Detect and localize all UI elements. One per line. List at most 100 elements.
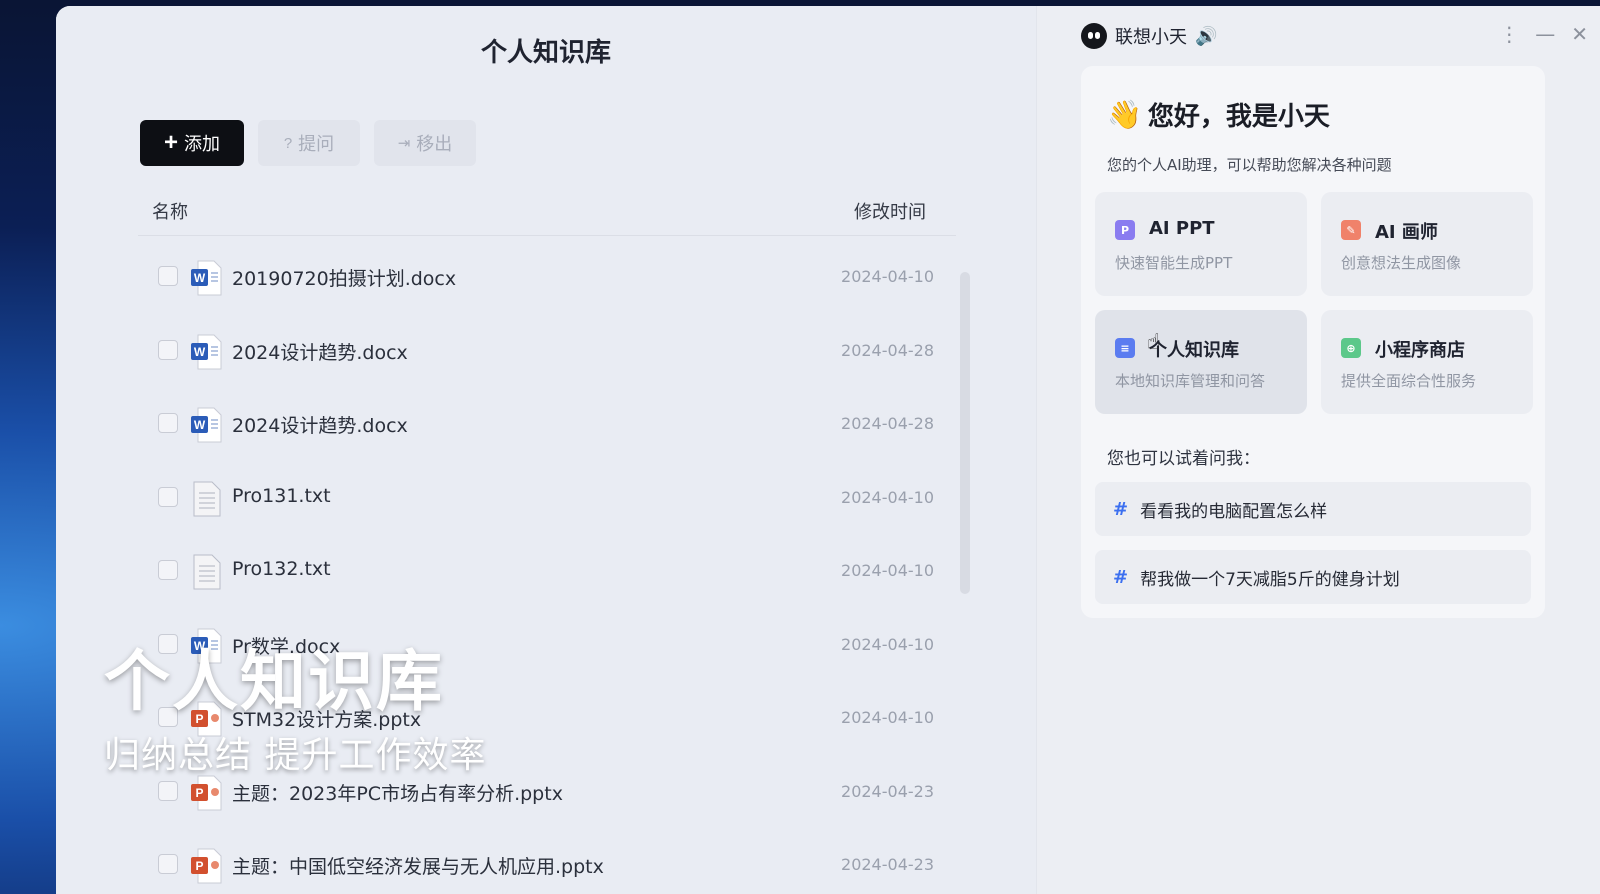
file-date: 2024-04-23 (841, 855, 934, 874)
feature-title: 个人知识库 (1149, 340, 1239, 361)
prompt-text: 帮我做一个7天减脂5斤的健身计划 (1140, 569, 1400, 590)
feature-tile[interactable]: ≡ 个人知识库本地知识库管理和问答 ☝ (1095, 310, 1307, 414)
remove-button[interactable]: ⇥ 移出 (374, 120, 476, 166)
scrollbar[interactable] (960, 272, 970, 594)
feature-title: AI 画师 (1375, 222, 1438, 243)
file-date: 2024-04-10 (841, 267, 934, 286)
table-row[interactable]: W 20190720拍摄计划.docx 2024-04-10 (138, 240, 958, 314)
hash-icon: # (1113, 566, 1129, 588)
speaker-icon[interactable]: 🔊 (1195, 26, 1217, 47)
svg-text:W: W (194, 271, 206, 285)
hash-icon: # (1113, 498, 1129, 520)
svg-text:P: P (195, 859, 203, 873)
file-date: 2024-04-28 (841, 414, 934, 433)
row-checkbox[interactable] (158, 266, 178, 286)
feature-desc: 本地知识库管理和问答 (1115, 372, 1266, 390)
row-checkbox[interactable] (158, 780, 178, 801)
file-name: 主题：2023年PC市场占有率分析.pptx (232, 782, 563, 805)
caption-title: 个人知识库 (104, 643, 444, 720)
feature-tile[interactable]: ✎ AI 画师创意想法生成图像 (1321, 192, 1533, 296)
add-button[interactable]: + 添加 (140, 120, 244, 166)
greeting: 👋 您好，我是小天 (1107, 96, 1330, 133)
table-row[interactable]: W 2024设计趋势.docx 2024-04-28 (138, 387, 958, 461)
wave-icon: 👋 (1107, 98, 1142, 131)
assistant-intro: 您的个人AI助理，可以帮助您解决各种问题 (1107, 156, 1392, 174)
row-checkbox[interactable] (158, 560, 178, 580)
table-row[interactable]: W 2024设计趋势.docx 2024-04-28 (138, 314, 958, 388)
knowledge-icon: ≡ (1115, 338, 1135, 358)
table-row[interactable]: P 主题：中国低空经济发展与无人机应用.pptx 2024-04-23 (138, 828, 958, 894)
row-checkbox[interactable] (158, 339, 178, 360)
file-date: 2024-04-10 (841, 561, 934, 580)
file-name: 2024设计趋势.docx (232, 415, 408, 437)
window-controls: ⋮ — ✕ (1499, 22, 1588, 46)
export-icon: ⇥ (397, 135, 411, 152)
question-icon: ? (283, 134, 293, 152)
word-icon: W (190, 407, 222, 443)
assistant-card: 👋 您好，我是小天 您的个人AI助理，可以帮助您解决各种问题 P AI PPT 快速… (1081, 66, 1545, 618)
text-file-icon (190, 554, 222, 590)
ask-button[interactable]: ? 提问 (258, 120, 360, 166)
file-name: 主题：中国低空经济发展与无人机应用.pptx (232, 856, 604, 878)
table-row[interactable]: Pro131.txt 2024-04-10 (138, 461, 958, 535)
powerpoint-icon: P (190, 848, 222, 884)
greeting-text: 您好，我是小天 (1147, 102, 1330, 132)
store-icon: ⊕ (1341, 338, 1361, 358)
try-label: 您也可以试着问我： (1107, 449, 1260, 469)
painter-icon: ✎ (1341, 220, 1361, 240)
caption-subtitle: 归纳总结 提升工作效率 (104, 735, 487, 776)
powerpoint-icon: P (190, 775, 222, 811)
file-date: 2024-04-23 (841, 781, 934, 801)
file-date: 2024-04-10 (841, 634, 934, 654)
knowledge-base-panel: 个人知识库 + 添加 ? 提问 ⇥ 移出 名称 修改时间 W 20190720拍摄… (56, 6, 1036, 894)
word-icon: W (190, 334, 222, 370)
hand-cursor-icon: ☝ (1147, 330, 1161, 355)
file-name: Pro132.txt (232, 558, 331, 580)
text-file-icon (190, 481, 222, 517)
file-name: 20190720拍摄计划.docx (232, 268, 457, 290)
svg-text:W: W (194, 345, 206, 359)
file-list-header: 名称 修改时间 (138, 192, 956, 236)
assistant-name: 联想小天 (1115, 27, 1187, 48)
word-icon: W (190, 260, 222, 296)
svg-text:P: P (195, 786, 203, 800)
row-checkbox[interactable] (158, 413, 178, 433)
suggested-prompt[interactable]: # 看看我的电脑配置怎么样 (1095, 482, 1531, 536)
feature-desc: 快速智能生成PPT (1115, 254, 1233, 272)
more-icon[interactable]: ⋮ (1499, 22, 1519, 46)
column-name[interactable]: 名称 (152, 198, 188, 224)
feature-title: AI PPT (1149, 218, 1215, 239)
svg-text:W: W (194, 418, 206, 432)
minimize-icon[interactable]: — (1535, 22, 1555, 46)
row-checkbox[interactable] (158, 854, 178, 874)
feature-grid: P AI PPT 快速智能生成PPT ✎ AI 画师创意想法生成图像 ≡ 个人知识库本地知识… (1095, 192, 1533, 414)
app-window: 个人知识库 + 添加 ? 提问 ⇥ 移出 名称 修改时间 W 20190720拍摄… (56, 6, 1600, 894)
assistant-avatar (1081, 23, 1107, 49)
file-date: 2024-04-10 (841, 487, 934, 507)
assistant-header: 联想小天 🔊 (1081, 22, 1217, 50)
ppt-icon: P (1115, 220, 1135, 240)
add-button-label: 添加 (184, 134, 220, 154)
column-modified[interactable]: 修改时间 (854, 198, 926, 224)
feature-title: 小程序商店 (1375, 340, 1465, 361)
feature-tile[interactable]: ⊕ 小程序商店提供全面综合性服务 (1321, 310, 1533, 414)
feature-tile[interactable]: P AI PPT 快速智能生成PPT (1095, 192, 1307, 296)
table-row[interactable]: Pro132.txt 2024-04-10 (138, 534, 958, 608)
page-title: 个人知识库 (480, 38, 611, 68)
file-date: 2024-04-10 (841, 708, 934, 727)
toolbar: + 添加 ? 提问 ⇥ 移出 (140, 120, 476, 166)
file-name: 2024设计趋势.docx (232, 341, 408, 364)
file-date: 2024-04-28 (841, 340, 934, 360)
row-checkbox[interactable] (158, 486, 178, 507)
prompt-text: 看看我的电脑配置怎么样 (1140, 501, 1328, 522)
feature-desc: 创意想法生成图像 (1341, 254, 1462, 272)
assistant-panel: 联想小天 🔊 ⋮ — ✕ 👋 您好，我是小天 您的个人AI助理，可以帮助您解决各… (1036, 6, 1600, 894)
plus-icon: + (163, 129, 178, 156)
feature-desc: 提供全面综合性服务 (1341, 372, 1477, 390)
ask-button-label: 提问 (298, 134, 335, 154)
close-icon[interactable]: ✕ (1571, 22, 1588, 46)
remove-button-label: 移出 (416, 134, 453, 154)
file-list: W 20190720拍摄计划.docx 2024-04-10 W 2024设计趋势.do… (138, 240, 958, 894)
suggested-prompt[interactable]: # 帮我做一个7天减脂5斤的健身计划 (1095, 550, 1531, 604)
file-name: Pro131.txt (232, 484, 331, 507)
